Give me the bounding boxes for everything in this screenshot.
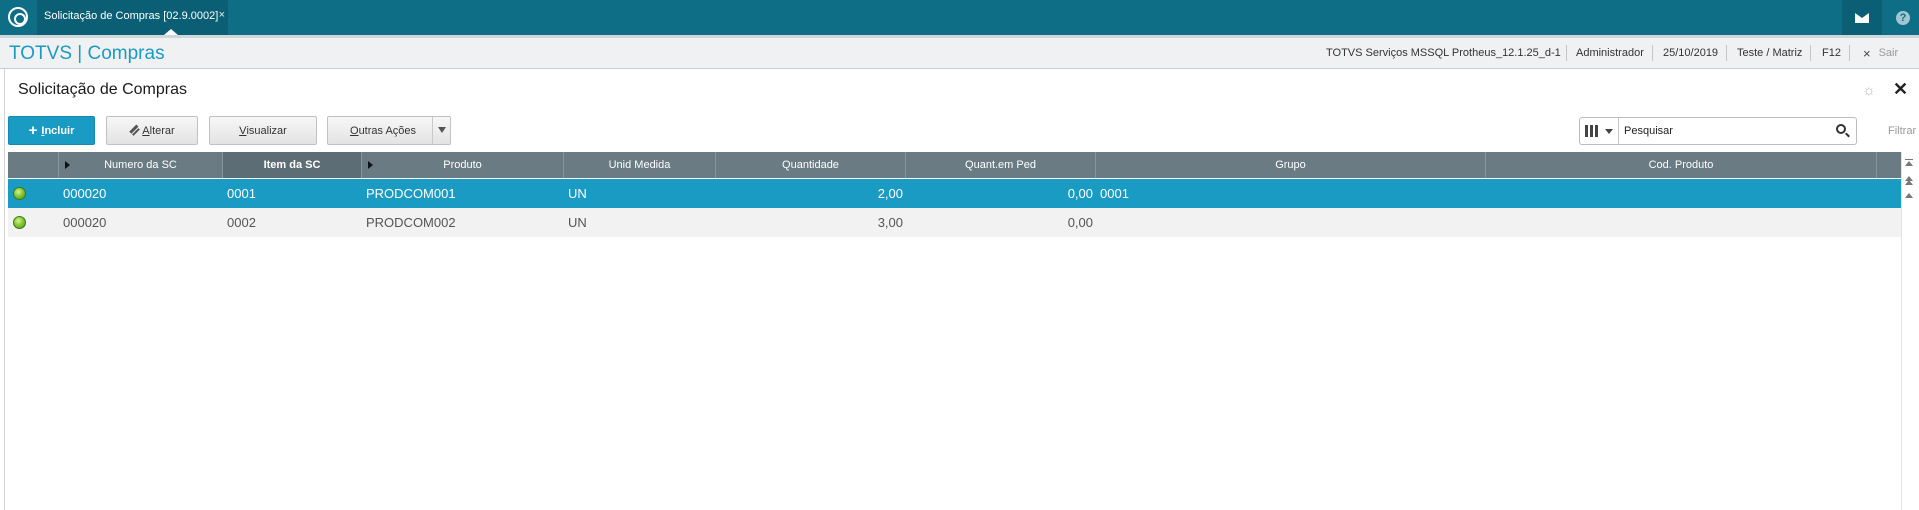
column-header-cod-produto[interactable]: Cod. Produto	[1486, 152, 1877, 178]
column-header-label: Produto	[443, 159, 482, 171]
header-divider	[1810, 45, 1811, 61]
column-header-produto[interactable]: Produto	[362, 152, 564, 178]
column-header-status[interactable]	[8, 152, 59, 178]
sort-arrow-icon	[65, 161, 70, 169]
visualizar-label: isualizar	[246, 124, 287, 137]
incluir-button[interactable]: + Incluir	[8, 116, 95, 145]
alterar-button[interactable]: Alterar	[106, 116, 198, 145]
scroll-top-bar	[1905, 159, 1913, 160]
incluir-label: ncluir	[44, 124, 75, 137]
scroll-first-icon[interactable]	[1905, 161, 1913, 166]
company-info[interactable]: Teste / Matriz	[1737, 38, 1802, 68]
cell-quant-ped: 0,00	[1067, 215, 1093, 230]
tab-solicitacao-compras[interactable]: Solicitação de Compras [02.9.0002] ×	[37, 0, 228, 35]
column-header-grupo[interactable]: Grupo	[1096, 152, 1486, 178]
column-header-label: Quant.em Ped	[965, 159, 1036, 171]
columns-icon	[1585, 125, 1588, 137]
table-row[interactable]: 000020 0002 PRODCOM002 UN 3,00 0,00	[8, 208, 1901, 237]
cell-unid-medida: UN	[568, 186, 587, 201]
chevron-down-icon	[1605, 128, 1613, 134]
brand-title: TOTVS | Compras	[9, 43, 165, 64]
column-selector-button[interactable]	[1580, 118, 1619, 144]
browse-grid: Numero da SC Item da SC Produto Unid Med…	[8, 152, 1901, 510]
grid-header: Numero da SC Item da SC Produto Unid Med…	[8, 152, 1901, 178]
scroll-page-up-icon-2	[1905, 180, 1913, 185]
table-row[interactable]: 000020 0001 PRODCOM001 UN 2,00 0,00 0001	[8, 179, 1901, 208]
cell-quant-ped: 0,00	[1067, 186, 1093, 201]
alterar-label: lterar	[149, 124, 175, 137]
column-header-label: Cod. Produto	[1648, 159, 1714, 171]
page-title: Solicitação de Compras	[18, 81, 187, 98]
column-header-item-sc[interactable]: Item da SC	[223, 152, 362, 178]
browse-page: Solicitação de Compras ☼ ✕ + Incluir Alt…	[4, 69, 1916, 510]
header-divider	[1566, 45, 1567, 61]
column-header-numero-sc[interactable]: Numero da SC	[59, 152, 223, 178]
close-icon: ×	[1863, 45, 1871, 61]
user-info[interactable]: Administrador	[1576, 38, 1644, 68]
mail-icon	[1855, 12, 1869, 23]
plus-icon: +	[28, 122, 38, 139]
search-input[interactable]	[1624, 121, 1824, 141]
cell-produto: PRODCOM002	[366, 215, 456, 230]
column-header-label: Item da SC	[263, 159, 321, 171]
cell-produto: PRODCOM001	[366, 186, 456, 201]
alterar-mnemonic: A	[142, 124, 150, 137]
help-button[interactable]: ?	[1883, 0, 1919, 35]
cell-quantidade: 3,00	[877, 215, 903, 230]
outras-acoes-button[interactable]: Outras Ações	[327, 116, 451, 145]
column-header-label: Quantidade	[782, 159, 839, 171]
search-icon[interactable]	[1836, 124, 1846, 134]
column-header-quant-ped[interactable]: Quant.em Ped	[906, 152, 1096, 178]
pencil-icon	[127, 123, 141, 136]
outras-label: utras Ações	[358, 124, 417, 137]
header-divider	[1652, 45, 1653, 61]
outras-mnemonic: O	[350, 124, 359, 137]
environment-info[interactable]: TOTVS Serviços MSSQL Protheus_12.1.25_d-…	[1326, 38, 1561, 68]
cell-grupo: 0001	[1100, 186, 1129, 201]
button-divider	[432, 117, 433, 144]
close-page-icon[interactable]: ✕	[1893, 79, 1908, 100]
exit-label: Sair	[1878, 47, 1899, 59]
tab-label: Solicitação de Compras [02.9.0002]	[44, 10, 219, 22]
cell-numero-sc: 000020	[63, 186, 107, 201]
cell-quantidade: 2,00	[877, 186, 903, 201]
help-icon: ?	[1896, 10, 1910, 25]
sort-arrow-icon	[368, 161, 373, 169]
mail-button[interactable]	[1842, 0, 1882, 35]
columns-icon-bar	[1590, 125, 1593, 137]
visualizar-button[interactable]: Visualizar	[209, 116, 317, 145]
visualizar-mnemonic: V	[239, 124, 247, 137]
shortcut-f12[interactable]: F12	[1822, 38, 1841, 68]
column-header-label: Grupo	[1275, 159, 1306, 171]
grid-scrollbar[interactable]	[1901, 152, 1916, 510]
cell-numero-sc: 000020	[63, 215, 107, 230]
exit-button[interactable]: × Sair	[1863, 38, 1898, 68]
tab-close-icon[interactable]: ×	[219, 9, 225, 21]
chevron-down-icon[interactable]	[438, 127, 446, 133]
header-divider	[1849, 45, 1850, 61]
header-divider	[1726, 45, 1727, 61]
columns-icon-bar	[1595, 125, 1598, 137]
totvs-logo-icon[interactable]	[8, 7, 28, 27]
status-legend-icon[interactable]	[13, 216, 26, 229]
cell-item-sc: 0001	[227, 186, 256, 201]
filter-link[interactable]: Filtrar	[1888, 125, 1916, 137]
settings-icon[interactable]: ☼	[1862, 82, 1876, 99]
column-header-quantidade[interactable]: Quantidade	[716, 152, 906, 178]
top-window-bar: Solicitação de Compras [02.9.0002] × ?	[0, 0, 1919, 35]
scroll-up-icon[interactable]	[1905, 193, 1913, 198]
column-header-label: Numero da SC	[104, 159, 177, 171]
cell-item-sc: 0002	[227, 215, 256, 230]
search-box	[1579, 117, 1857, 145]
date-info[interactable]: 25/10/2019	[1663, 38, 1718, 68]
header-bar: TOTVS | Compras TOTVS Serviços MSSQL Pro…	[0, 35, 1919, 69]
column-header-unid-medida[interactable]: Unid Medida	[564, 152, 716, 178]
status-legend-icon[interactable]	[13, 187, 26, 200]
column-header-label: Unid Medida	[608, 159, 671, 171]
cell-unid-medida: UN	[568, 215, 587, 230]
